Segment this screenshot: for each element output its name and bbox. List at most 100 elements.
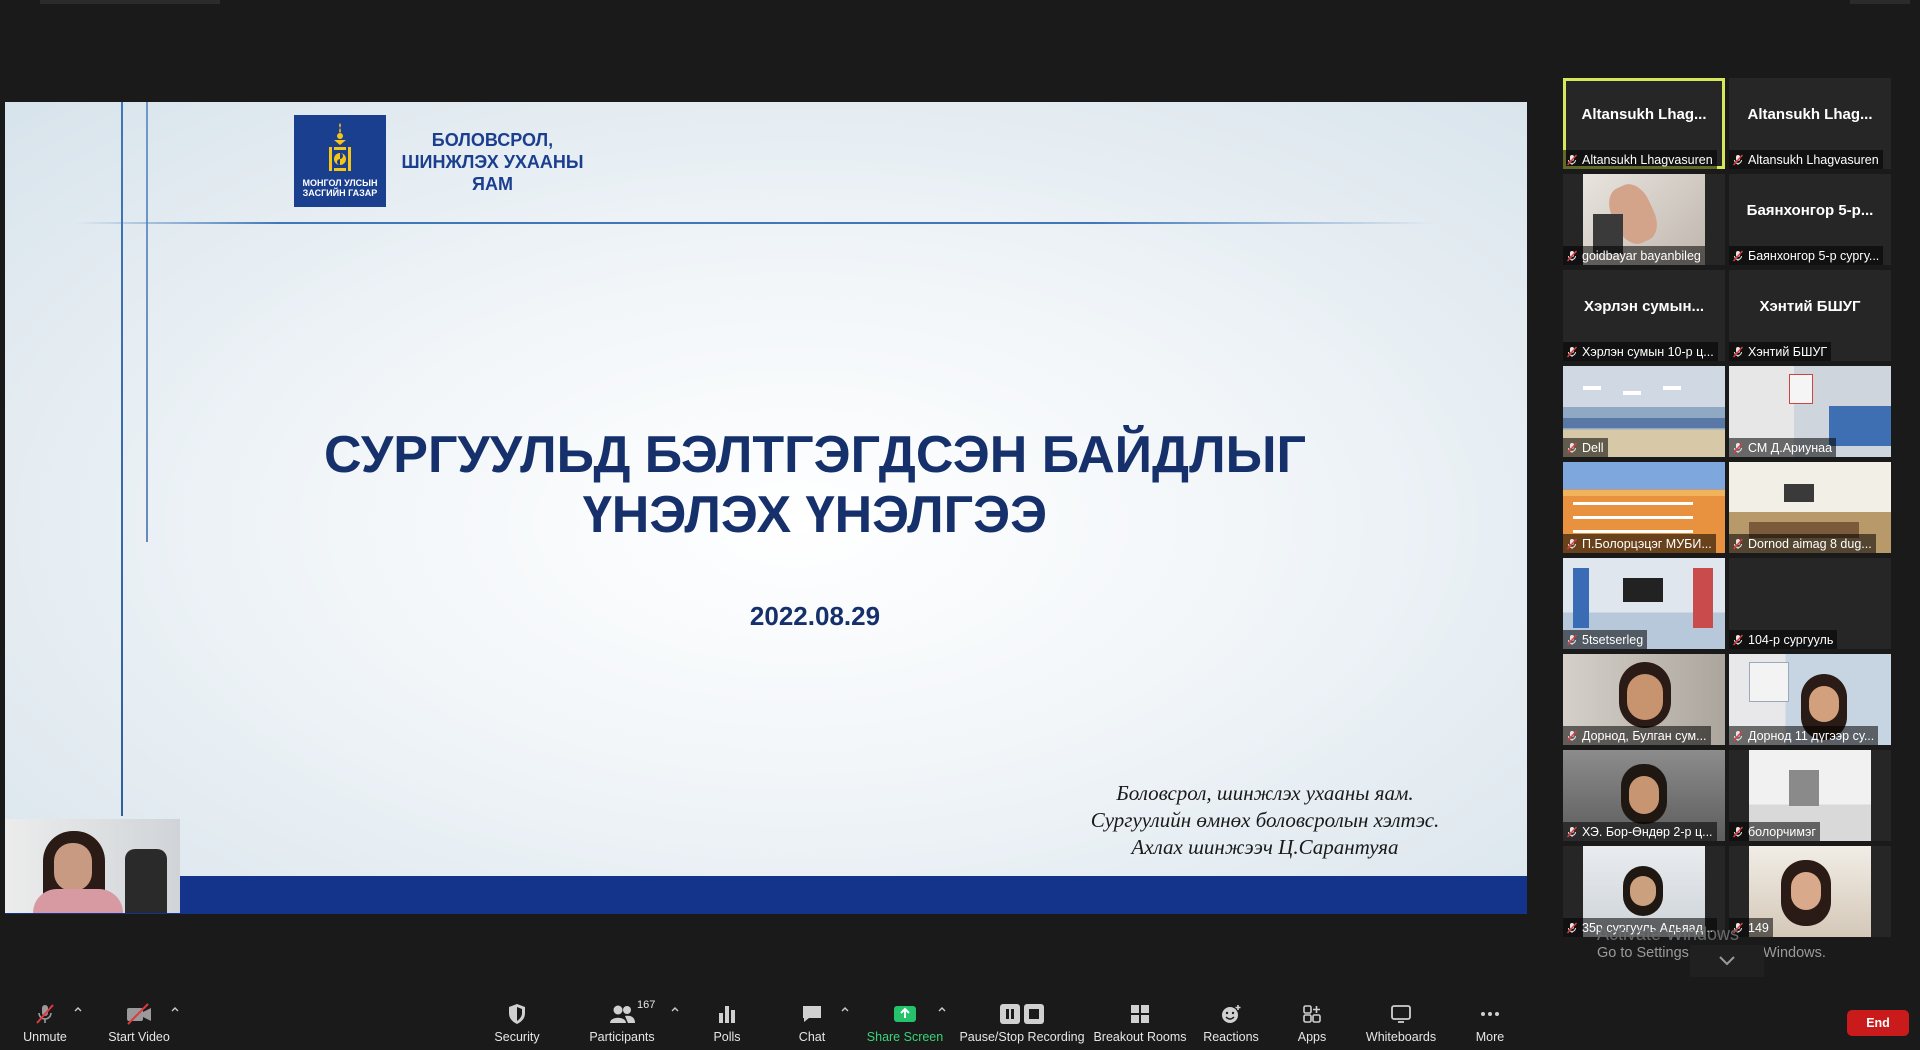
- muted-microphone-icon: [1566, 441, 1578, 454]
- whiteboards-button[interactable]: Whiteboards: [1362, 1002, 1440, 1048]
- participants-icon: [610, 1005, 635, 1023]
- unmute-label: Unmute: [23, 1030, 67, 1044]
- participant-display-name-text: Баянхонгор 5-р...: [1746, 202, 1874, 219]
- share-screen-button[interactable]: Share Screen: [866, 1002, 944, 1048]
- meeting-toolbar: Unmute Start Video Security 167 Particip…: [0, 990, 1920, 1050]
- ministry-title: БОЛОВСРОЛ, ШИНЖЛЭХ УХААНЫ ЯАМ: [401, 130, 584, 194]
- slide-vertical-line: [121, 102, 123, 816]
- participant-name-label: Altansukh Lhagvasuren: [1563, 150, 1717, 169]
- video-options-caret-icon[interactable]: [170, 1004, 180, 1014]
- participant-tile[interactable]: Хэнтий БШУГ Хэнтий БШУГ: [1729, 270, 1891, 361]
- gallery-scroll-down-button[interactable]: [1690, 945, 1764, 977]
- participant-tile[interactable]: болорчимэг: [1729, 750, 1891, 841]
- participant-name-text: Хэнтий БШУГ: [1748, 344, 1828, 359]
- breakout-rooms-icon: [1131, 1005, 1149, 1023]
- participant-name-label: Dell: [1563, 438, 1608, 457]
- chevron-down-icon: [1719, 956, 1735, 966]
- participant-name-label: СМ Д.Ариунаа: [1729, 438, 1837, 457]
- whiteboards-label: Whiteboards: [1365, 1030, 1437, 1044]
- participant-name-label: ХЭ. Бор-Өндөр 2-р ц...: [1563, 822, 1717, 841]
- participant-tile[interactable]: Dell: [1563, 366, 1725, 457]
- participant-tile[interactable]: Altansukh Lhag... Altansukh Lhagvasuren: [1729, 78, 1891, 169]
- smiley-plus-icon: [1222, 1005, 1241, 1023]
- muted-microphone-icon: [1566, 345, 1578, 358]
- breakout-label: Breakout Rooms: [1093, 1030, 1187, 1044]
- chat-button[interactable]: Chat: [793, 1002, 831, 1048]
- participant-tile[interactable]: Баянхонгор 5-р... Баянхонгор 5-р сургу...: [1729, 174, 1891, 265]
- signature-line: Боловсрол, шинжлэх ухааны яам.: [1116, 781, 1414, 805]
- participants-options-caret-icon[interactable]: [670, 1004, 680, 1014]
- start-video-button[interactable]: Start Video: [106, 1002, 172, 1048]
- muted-microphone-icon: [1732, 633, 1744, 646]
- muted-microphone-icon: [1566, 825, 1578, 838]
- top-tab: [40, 0, 220, 4]
- muted-microphone-icon: [1732, 249, 1744, 262]
- start-video-label: Start Video: [108, 1030, 170, 1044]
- chat-label: Chat: [798, 1030, 826, 1044]
- soyombo-emblem-icon: [329, 123, 351, 171]
- watermark-title: Activate Windows: [1597, 924, 1740, 944]
- unmute-button[interactable]: Unmute: [22, 1002, 68, 1048]
- participant-tile[interactable]: П.Болорцэцэг МУБИ...: [1563, 462, 1725, 553]
- slide-footer-bar: [5, 876, 1527, 914]
- participant-tile[interactable]: Дорнод, Булган сум...: [1563, 654, 1725, 745]
- title-strip: [0, 0, 1920, 8]
- security-button[interactable]: Security: [491, 1002, 543, 1048]
- muted-microphone-icon: [1566, 921, 1578, 934]
- participant-name-text: Дорнод 11 дүгээр су...: [1748, 728, 1875, 743]
- participant-name-text: СМ Д.Ариунаа: [1748, 440, 1833, 455]
- apps-button[interactable]: Apps: [1293, 1002, 1331, 1048]
- participant-tile[interactable]: 104-р сургууль: [1729, 558, 1891, 649]
- participant-name-text: Dornod aimag 8 dug...: [1748, 536, 1872, 551]
- slide-vertical-line: [146, 102, 148, 542]
- participant-name-text: Altansukh Lhagvasuren: [1582, 152, 1713, 167]
- share-options-caret-icon[interactable]: [937, 1004, 947, 1014]
- end-meeting-button[interactable]: End: [1847, 1010, 1909, 1036]
- participant-name-text: Хэрлэн сумын 10-р ц...: [1582, 344, 1714, 359]
- participant-tile[interactable]: 5tsetserleg: [1563, 558, 1725, 649]
- participant-name-label: Баянхонгор 5-р сургу...: [1729, 246, 1884, 265]
- recording-label: Pause/Stop Recording: [959, 1030, 1085, 1044]
- participant-name-label: болорчимэг: [1729, 822, 1820, 841]
- shared-screen-slide: МОНГОЛ УЛСЫН ЗАСГИЙН ГАЗАР БОЛОВСРОЛ, ШИ…: [5, 102, 1527, 914]
- participant-tile[interactable]: СМ Д.Ариунаа: [1729, 366, 1891, 457]
- participant-name-text: Дорнод, Булган сум...: [1582, 728, 1707, 743]
- government-logo: МОНГОЛ УЛСЫН ЗАСГИЙН ГАЗАР: [294, 115, 386, 207]
- apps-icon: [1303, 1005, 1321, 1023]
- participant-tile[interactable]: goidbayar bayanbileg: [1563, 174, 1725, 265]
- participant-tile[interactable]: Altansukh Lhag... Altansukh Lhagvasuren: [1563, 78, 1725, 169]
- participant-tile[interactable]: Dornod aimag 8 dug...: [1729, 462, 1891, 553]
- more-button[interactable]: More: [1470, 1002, 1510, 1048]
- reactions-button[interactable]: Reactions: [1203, 1002, 1259, 1048]
- participant-name-label: П.Болорцэцэг МУБИ...: [1563, 534, 1716, 553]
- participant-tile[interactable]: Хэрлэн сумын... Хэрлэн сумын 10-р ц...: [1563, 270, 1725, 361]
- participants-button[interactable]: 167 Participants: [589, 999, 655, 1048]
- muted-microphone-icon: [1566, 729, 1578, 742]
- muted-microphone-icon: [1732, 537, 1744, 550]
- muted-microphone-icon: [1566, 633, 1578, 646]
- participant-name-label: Дорнод 11 дүгээр су...: [1729, 726, 1879, 745]
- zoom-meeting-window: МОНГОЛ УЛСЫН ЗАСГИЙН ГАЗАР БОЛОВСРОЛ, ШИ…: [0, 0, 1920, 1050]
- breakout-rooms-button[interactable]: Breakout Rooms: [1093, 1002, 1187, 1048]
- participant-name-label: Хэнтий БШУГ: [1729, 342, 1832, 361]
- participant-name-text: Altansukh Lhagvasuren: [1748, 152, 1879, 167]
- participant-display-name-text: Хэрлэн сумын...: [1583, 298, 1705, 315]
- participant-name-label: 104-р сургууль: [1729, 630, 1838, 649]
- muted-microphone-icon: [1732, 153, 1744, 166]
- presenter-video[interactable]: [5, 819, 180, 913]
- participant-tile[interactable]: Дорнод 11 дүгээр су...: [1729, 654, 1891, 745]
- chat-bubble-icon: [803, 1006, 821, 1022]
- share-screen-label: Share Screen: [866, 1030, 944, 1044]
- participant-name-text: болорчимэг: [1748, 824, 1816, 839]
- muted-microphone-icon: [1732, 825, 1744, 838]
- video-chair: [125, 849, 167, 913]
- audio-options-caret-icon[interactable]: [73, 1004, 83, 1014]
- pause-stop-recording-button[interactable]: Pause/Stop Recording: [959, 1002, 1085, 1048]
- more-label: More: [1475, 1030, 1505, 1044]
- polls-button[interactable]: Polls: [708, 1002, 746, 1048]
- muted-microphone-icon: [1732, 729, 1744, 742]
- chat-options-caret-icon[interactable]: [840, 1004, 850, 1014]
- participant-tile[interactable]: ХЭ. Бор-Өндөр 2-р ц...: [1563, 750, 1725, 841]
- pause-stop-icon: [1000, 1004, 1044, 1024]
- participant-name-label: Dornod aimag 8 dug...: [1729, 534, 1876, 553]
